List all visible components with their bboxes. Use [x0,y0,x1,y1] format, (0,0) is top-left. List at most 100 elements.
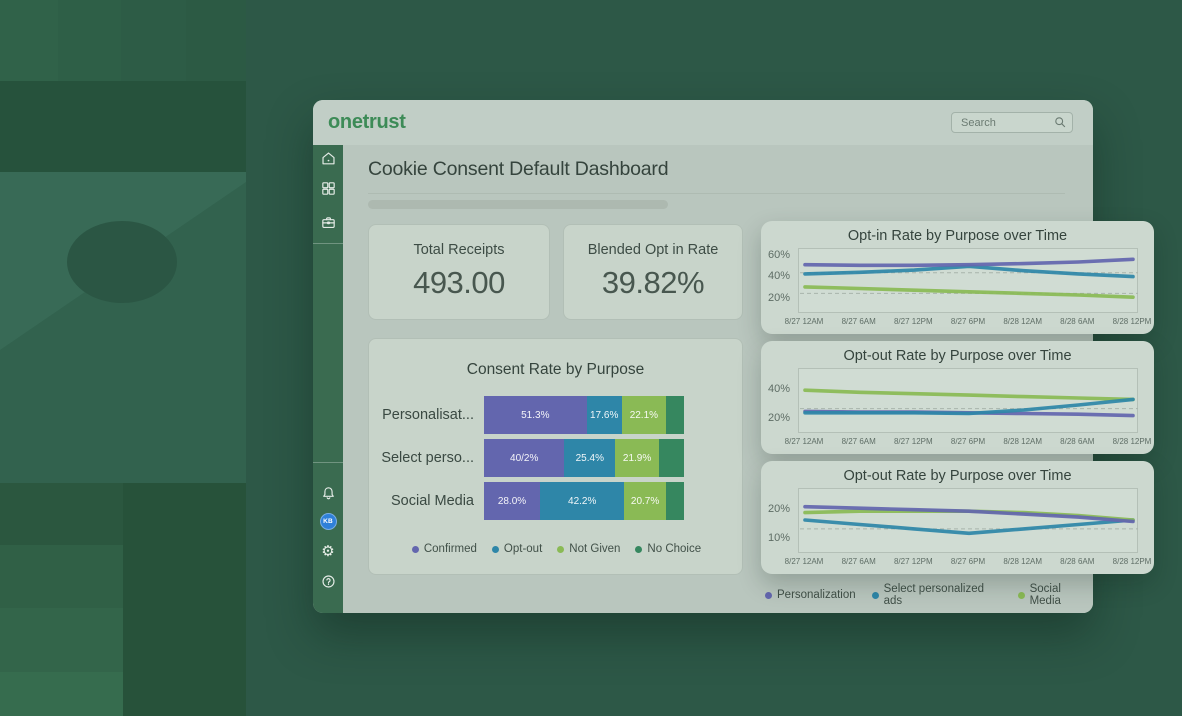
background-shape [0,672,123,716]
line-series-select-personalized-ads[interactable] [805,266,1133,276]
sidebar-item-home[interactable] [313,145,343,171]
bar-chart-row: Select perso...40/2%25.4%21.9% [369,439,744,477]
background-shape [186,0,246,81]
legend-item[interactable]: Confirmed [412,543,477,555]
legend-item[interactable]: Personalization [765,589,856,601]
y-axis: 40% 20% [761,368,793,433]
legend-dot [412,546,419,553]
bar-chart-row: Personalisat...51.3%17.6%22.1% [369,396,744,434]
x-axis: 8/27 12AM8/27 6AM8/27 12PM8/27 6PM8/28 1… [798,437,1138,449]
bar-track: 40/2%25.4%21.9% [484,439,684,477]
sidebar-item-notifications[interactable] [313,480,343,506]
bar-segment-not-given[interactable]: 22.1% [622,396,666,434]
axis-tick-label: 40% [768,270,790,282]
apps-grid-icon [320,180,337,197]
bar-segment-no-choice[interactable] [666,396,684,434]
bar-segment-no-choice[interactable] [659,439,684,477]
chart-plot-area[interactable] [798,248,1138,313]
sidebar-item-apps[interactable] [313,175,343,201]
legend-item[interactable]: Social Media [1018,583,1093,607]
bar-segment-opt-out[interactable]: 25.4% [564,439,615,477]
axis-tick-label: 8/28 6AM [1060,557,1094,566]
onetrust-logo[interactable]: onetrust [328,111,406,134]
bar-category-label: Select perso... [369,450,484,466]
axis-tick-label: 40% [768,383,790,395]
y-axis: 60% 40% 20% [761,248,793,313]
sidebar-item-briefcase[interactable] [313,209,343,235]
background-shape [121,0,186,81]
sidebar-item-profile[interactable]: KB [313,508,343,534]
bar-chart-rows: Personalisat...51.3%17.6%22.1% Select per… [369,396,744,525]
bar-chart-row: Social Media28.0%42.2%20.7% [369,482,744,520]
axis-tick-label: 8/28 12AM [1003,317,1042,326]
line-series-personalization[interactable] [805,507,1133,522]
home-icon [320,150,337,167]
axis-tick-label: 8/27 6PM [951,557,985,566]
bar-segment-no-choice[interactable] [666,482,684,520]
line-charts-legend: Personalization Select personalized ads So… [765,583,1093,607]
bar-segment-confirmed[interactable]: 28.0% [484,482,540,520]
chart-plot-area[interactable] [798,368,1138,433]
axis-tick-label: 8/27 12AM [785,557,824,566]
stat-label: Blended Opt in Rate [564,242,742,258]
bar-chart-legend: Confirmed Opt-out Not Given No Choice [369,543,744,555]
page-title: Cookie Consent Default Dashboard [368,158,668,181]
line-series-social-media[interactable] [805,390,1133,399]
background-shape [0,0,58,81]
opt-in-rate-chart-card: Opt-in Rate by Purpose over Time 60%40%2… [761,221,1154,334]
search-icon [1054,116,1067,129]
bar-segment-confirmed[interactable]: 51.3% [484,396,587,434]
bar-track: 28.0%42.2%20.7% [484,482,684,520]
legend-dot [1018,592,1025,599]
chart-plot-area[interactable] [798,488,1138,553]
legend-dot [635,546,642,553]
search-box [951,112,1073,133]
background-shape [0,608,123,672]
axis-tick-label: 20% [768,412,790,424]
bar-segment-not-given[interactable]: 21.9% [615,439,659,477]
background-circle [67,221,177,303]
stat-card-total-receipts: Total Receipts 493.00 [368,224,550,320]
axis-tick-label: 20% [768,292,790,304]
consent-rate-chart-card: Consent Rate by Purpose Personalisat...5… [368,338,743,575]
axis-tick-label: 8/27 12PM [894,317,933,326]
bar-category-label: Social Media [369,493,484,509]
bar-segment-opt-out[interactable]: 42.2% [540,482,624,520]
legend-item[interactable]: Opt-out [492,543,542,555]
chart-title: Consent Rate by Purpose [369,361,742,379]
sidebar-item-help[interactable] [313,568,343,594]
chart-title: Opt-out Rate by Purpose over Time [761,348,1154,364]
background-shape [58,0,121,81]
line-series-select-personalized-ads[interactable] [805,520,1133,533]
y-axis: 20% 10% [761,488,793,553]
line-series-personalization[interactable] [805,259,1133,265]
axis-tick-label: 8/28 12PM [1113,557,1152,566]
line-series-social-media[interactable] [805,287,1133,297]
axis-tick-label: 8/28 6AM [1060,437,1094,446]
legend-item[interactable]: Select personalized ads [872,583,1002,607]
axis-tick-label: 8/27 6PM [951,437,985,446]
sidebar-item-settings[interactable]: ⚙ [313,538,343,564]
axis-tick-label: 8/28 6AM [1060,317,1094,326]
opt-out-rate-chart-card-2: Opt-out Rate by Purpose over Time 20%10%… [761,461,1154,574]
background-shape [123,483,246,716]
stat-card-blended-opt-in: Blended Opt in Rate 39.82% [563,224,743,320]
axis-tick-label: 60% [768,249,790,261]
axis-tick-label: 8/28 12AM [1003,557,1042,566]
axis-tick-label: 8/27 6AM [842,557,876,566]
divider [368,193,1065,194]
opt-out-rate-chart-card: Opt-out Rate by Purpose over Time 40% 20%… [761,341,1154,454]
axis-tick-label: 10% [768,532,790,544]
legend-dot [765,592,772,599]
background-shape [0,483,123,545]
axis-tick-label: 20% [768,503,790,515]
legend-dot [872,592,879,599]
bar-segment-opt-out[interactable]: 17.6% [587,396,622,434]
legend-item[interactable]: No Choice [635,543,701,555]
bar-segment-not-given[interactable]: 20.7% [624,482,665,520]
legend-item[interactable]: Not Given [557,543,620,555]
sidebar-divider [313,243,343,244]
bell-icon [320,485,337,502]
axis-tick-label: 8/27 6AM [842,317,876,326]
bar-segment-confirmed[interactable]: 40/2% [484,439,564,477]
